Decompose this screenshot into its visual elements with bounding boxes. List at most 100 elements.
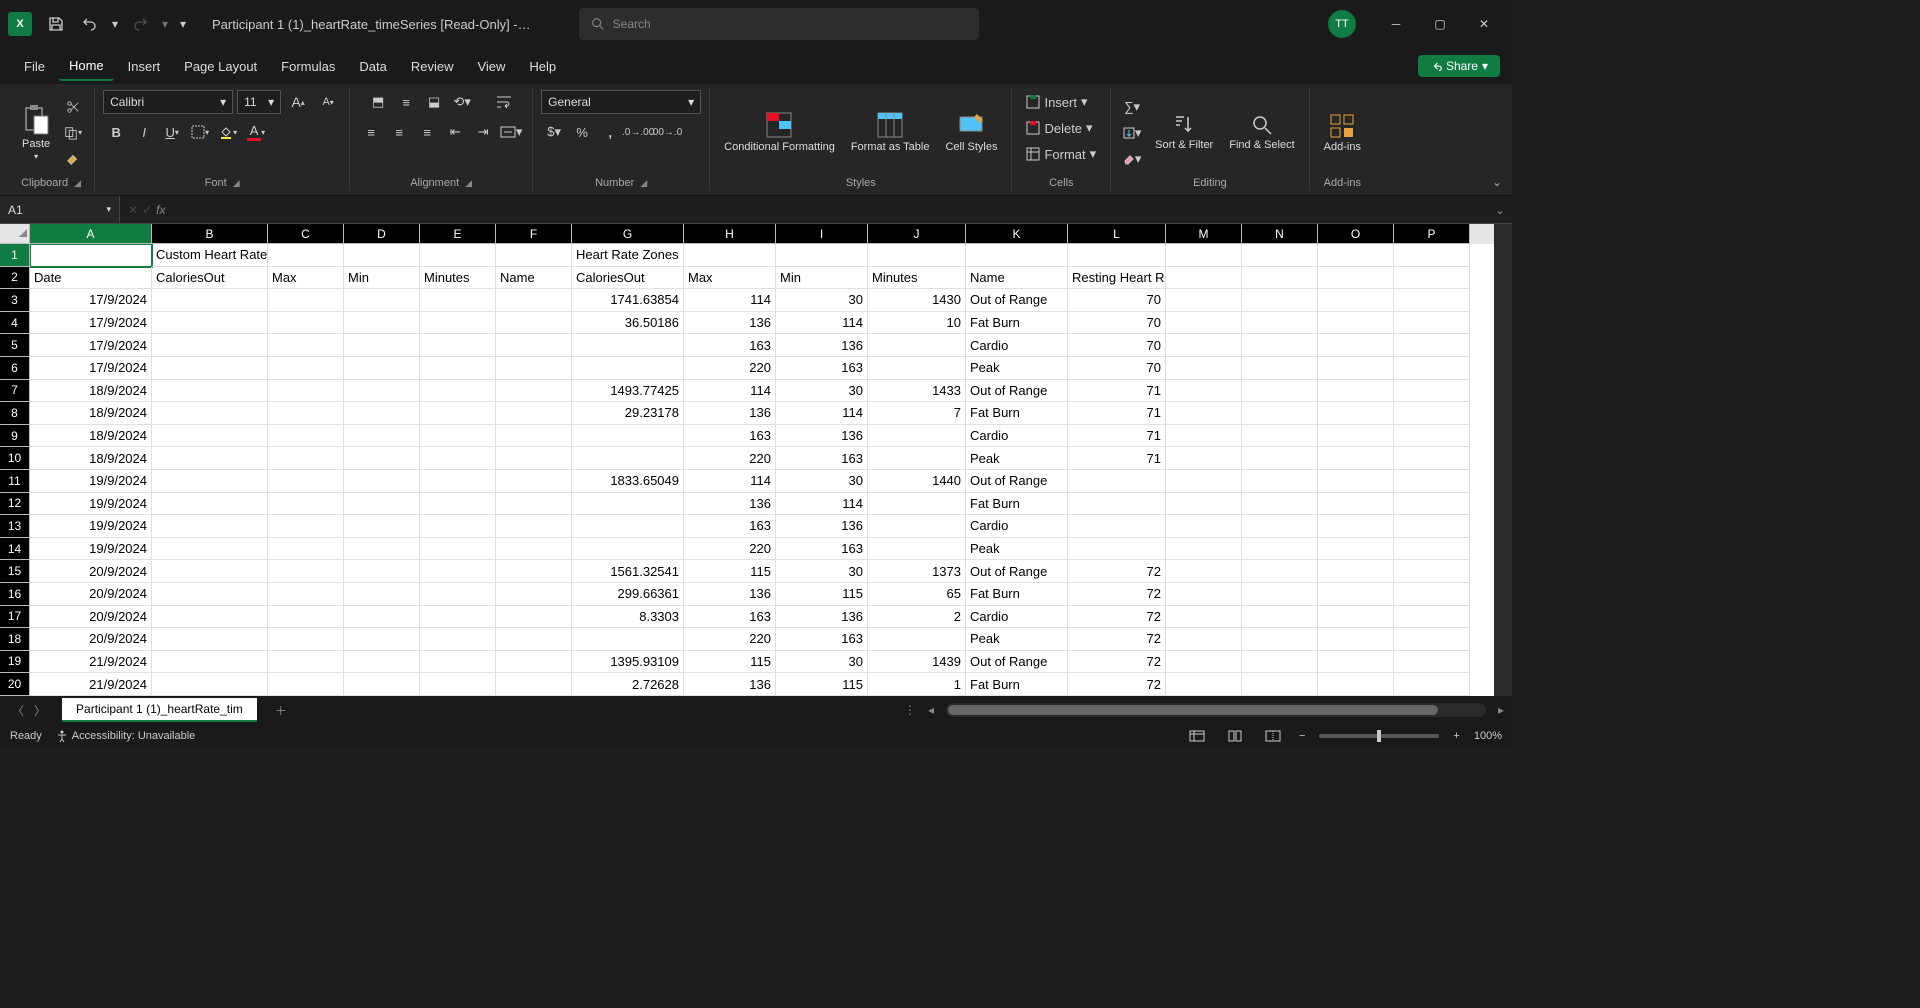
cell-K7[interactable]: Out of Range xyxy=(966,380,1068,403)
fx-button[interactable]: fx xyxy=(156,203,165,217)
cell-A10[interactable]: 18/9/2024 xyxy=(30,447,152,470)
cell-A15[interactable]: 20/9/2024 xyxy=(30,560,152,583)
cell-D19[interactable] xyxy=(344,651,420,674)
cell-I2[interactable]: Min xyxy=(776,267,868,290)
cell-N9[interactable] xyxy=(1242,425,1318,448)
name-box[interactable]: A1▾ xyxy=(0,196,120,223)
cell-M16[interactable] xyxy=(1166,583,1242,606)
cell-M20[interactable] xyxy=(1166,673,1242,696)
cell-M14[interactable] xyxy=(1166,538,1242,561)
cell-H10[interactable]: 220 xyxy=(684,447,776,470)
cell-E15[interactable] xyxy=(420,560,496,583)
cell-F19[interactable] xyxy=(496,651,572,674)
cell-B11[interactable] xyxy=(152,470,268,493)
cell-E11[interactable] xyxy=(420,470,496,493)
undo-button[interactable] xyxy=(74,8,106,40)
cell-E20[interactable] xyxy=(420,673,496,696)
cell-G20[interactable]: 2.72628 xyxy=(572,673,684,696)
column-header-K[interactable]: K xyxy=(966,224,1068,244)
font-name-combo[interactable]: Calibri▾ xyxy=(103,90,233,114)
cell-C14[interactable] xyxy=(268,538,344,561)
cell-L12[interactable] xyxy=(1068,493,1166,516)
alignment-dialog-launcher[interactable]: ◢ xyxy=(465,178,472,189)
cell-N15[interactable] xyxy=(1242,560,1318,583)
cell-O4[interactable] xyxy=(1318,312,1394,335)
cell-E5[interactable] xyxy=(420,334,496,357)
cell-N11[interactable] xyxy=(1242,470,1318,493)
cell-O12[interactable] xyxy=(1318,493,1394,516)
cell-L6[interactable]: 70 xyxy=(1068,357,1166,380)
cell-K3[interactable]: Out of Range xyxy=(966,289,1068,312)
tab-formulas[interactable]: Formulas xyxy=(271,53,345,80)
cell-L18[interactable]: 72 xyxy=(1068,628,1166,651)
cell-B17[interactable] xyxy=(152,606,268,629)
tab-file[interactable]: File xyxy=(14,53,55,80)
column-header-F[interactable]: F xyxy=(496,224,572,244)
cell-A14[interactable]: 19/9/2024 xyxy=(30,538,152,561)
cell-O6[interactable] xyxy=(1318,357,1394,380)
cell-K19[interactable]: Out of Range xyxy=(966,651,1068,674)
cell-M19[interactable] xyxy=(1166,651,1242,674)
cell-A11[interactable]: 19/9/2024 xyxy=(30,470,152,493)
format-cells-button[interactable]: Format▾ xyxy=(1020,142,1102,166)
cell-N20[interactable] xyxy=(1242,673,1318,696)
cell-P3[interactable] xyxy=(1394,289,1470,312)
cell-H3[interactable]: 114 xyxy=(684,289,776,312)
page-layout-view-button[interactable] xyxy=(1223,726,1247,746)
cell-M3[interactable] xyxy=(1166,289,1242,312)
cell-L7[interactable]: 71 xyxy=(1068,380,1166,403)
cell-F15[interactable] xyxy=(496,560,572,583)
comma-format-button[interactable]: , xyxy=(597,120,623,144)
delete-cells-button[interactable]: Delete▾ xyxy=(1020,116,1098,140)
cell-O11[interactable] xyxy=(1318,470,1394,493)
clear-button[interactable]: ▾ xyxy=(1119,147,1145,171)
cell-P18[interactable] xyxy=(1394,628,1470,651)
cell-O1[interactable] xyxy=(1318,244,1394,267)
cell-K5[interactable]: Cardio xyxy=(966,334,1068,357)
cell-N19[interactable] xyxy=(1242,651,1318,674)
row-header-16[interactable]: 16 xyxy=(0,583,29,606)
row-header-17[interactable]: 17 xyxy=(0,606,29,629)
cell-G17[interactable]: 8.3303 xyxy=(572,606,684,629)
cell-P10[interactable] xyxy=(1394,447,1470,470)
cell-N12[interactable] xyxy=(1242,493,1318,516)
cell-N16[interactable] xyxy=(1242,583,1318,606)
cell-P7[interactable] xyxy=(1394,380,1470,403)
cell-E8[interactable] xyxy=(420,402,496,425)
cell-B2[interactable]: CaloriesOut xyxy=(152,267,268,290)
cell-H5[interactable]: 163 xyxy=(684,334,776,357)
cell-K15[interactable]: Out of Range xyxy=(966,560,1068,583)
undo-dropdown[interactable]: ▾ xyxy=(108,8,122,40)
cell-O7[interactable] xyxy=(1318,380,1394,403)
tab-view[interactable]: View xyxy=(467,53,515,80)
cell-D11[interactable] xyxy=(344,470,420,493)
cell-A4[interactable]: 17/9/2024 xyxy=(30,312,152,335)
cell-J6[interactable] xyxy=(868,357,966,380)
cell-E17[interactable] xyxy=(420,606,496,629)
fill-color-button[interactable]: ▾ xyxy=(215,120,241,144)
cell-H9[interactable]: 163 xyxy=(684,425,776,448)
cell-F12[interactable] xyxy=(496,493,572,516)
cell-H11[interactable]: 114 xyxy=(684,470,776,493)
cell-I18[interactable]: 163 xyxy=(776,628,868,651)
cell-J18[interactable] xyxy=(868,628,966,651)
cell-N1[interactable] xyxy=(1242,244,1318,267)
cell-G12[interactable] xyxy=(572,493,684,516)
cell-M8[interactable] xyxy=(1166,402,1242,425)
cell-P14[interactable] xyxy=(1394,538,1470,561)
zoom-out-button[interactable]: − xyxy=(1299,730,1305,742)
qat-customize[interactable]: ▾ xyxy=(174,8,192,40)
zoom-level[interactable]: 100% xyxy=(1474,730,1502,742)
cell-P8[interactable] xyxy=(1394,402,1470,425)
cell-K18[interactable]: Peak xyxy=(966,628,1068,651)
cell-E3[interactable] xyxy=(420,289,496,312)
cell-K6[interactable]: Peak xyxy=(966,357,1068,380)
bold-button[interactable]: B xyxy=(103,120,129,144)
cell-F5[interactable] xyxy=(496,334,572,357)
cell-D5[interactable] xyxy=(344,334,420,357)
cell-J16[interactable]: 65 xyxy=(868,583,966,606)
cell-O13[interactable] xyxy=(1318,515,1394,538)
cell-B12[interactable] xyxy=(152,493,268,516)
row-header-7[interactable]: 7 xyxy=(0,380,29,403)
cell-D17[interactable] xyxy=(344,606,420,629)
